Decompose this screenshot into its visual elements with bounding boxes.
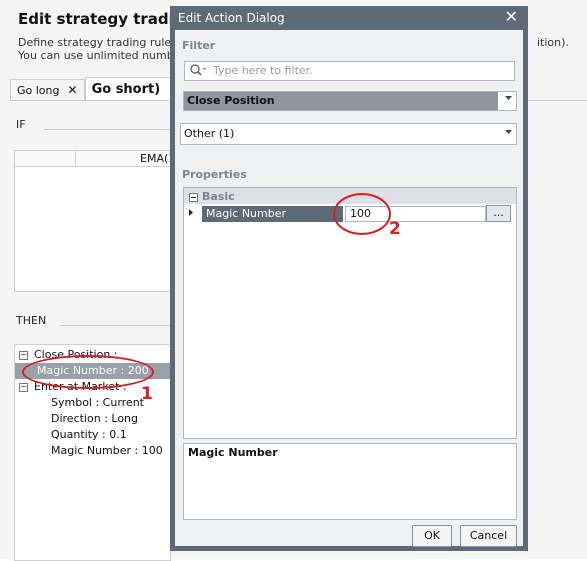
edit-action-dialog: Edit Action Dialog ✕ Filter Type here to… [170,6,528,551]
conditions-grid[interactable]: EMA(1 [14,150,175,292]
rule-tabs: Go long ✕ Go short) ✕ [10,77,186,100]
row-pointer-icon [188,208,194,219]
tab-go-long[interactable]: Go long ✕ [10,79,85,100]
grid-column-divider [75,151,76,166]
if-label: IF [16,118,26,131]
chevron-down-icon[interactable] [504,94,513,105]
browse-button[interactable]: ... [486,205,511,222]
annotation-ellipse-2 [333,193,391,235]
action-select-value: Close Position [184,92,498,110]
collapse-icon[interactable]: − [19,350,28,360]
category-select[interactable]: Other (1) [180,123,517,145]
search-icon [189,63,209,80]
ok-button[interactable]: OK [412,525,452,547]
description-line-1: Define strategy trading rules he [18,36,195,49]
dialog-title: Edit Action Dialog [178,11,285,25]
filter-section-label: Filter [182,39,216,52]
close-icon[interactable]: ✕ [505,7,518,26]
if-divider [44,129,170,130]
annotation-number-2: 2 [389,219,401,239]
collapse-icon[interactable] [189,192,198,205]
filter-input[interactable]: Type here to filter. [184,61,515,81]
filter-placeholder: Type here to filter. [213,64,313,77]
property-name[interactable]: Magic Number [202,206,343,222]
chevron-down-icon[interactable] [504,128,513,139]
properties-section-label: Properties [182,168,247,181]
then-label: THEN [16,314,47,327]
description-line-1-tail: ition). [537,36,569,49]
annotation-ellipse-1 [22,355,154,389]
tree-node-quantity[interactable]: Quantity : 0.1 [51,427,127,443]
tab-label: Go short) [91,81,161,97]
property-category-label: Basic [202,190,235,203]
then-divider [60,325,170,326]
tree-node-magic-number[interactable]: Magic Number : 100 [51,443,163,459]
cancel-button[interactable]: Cancel [460,525,517,547]
description-line-2: You can use unlimited number o [18,49,196,62]
property-description: Magic Number [183,443,517,520]
tree-node-symbol[interactable]: Symbol : Current [51,395,144,411]
tab-label: Go long [17,83,60,97]
collapse-icon[interactable]: − [19,382,28,392]
property-description-title: Magic Number [188,446,278,459]
action-select[interactable]: Close Position [183,91,517,111]
dialog-body: Filter Type here to filter. Close Positi… [175,30,523,547]
category-select-value: Other (1) [184,127,235,140]
tree-node-direction[interactable]: Direction : Long [51,411,138,427]
grid-header: EMA(1 [15,151,175,167]
annotation-number-1: 1 [141,384,153,404]
close-icon[interactable]: ✕ [68,83,78,97]
